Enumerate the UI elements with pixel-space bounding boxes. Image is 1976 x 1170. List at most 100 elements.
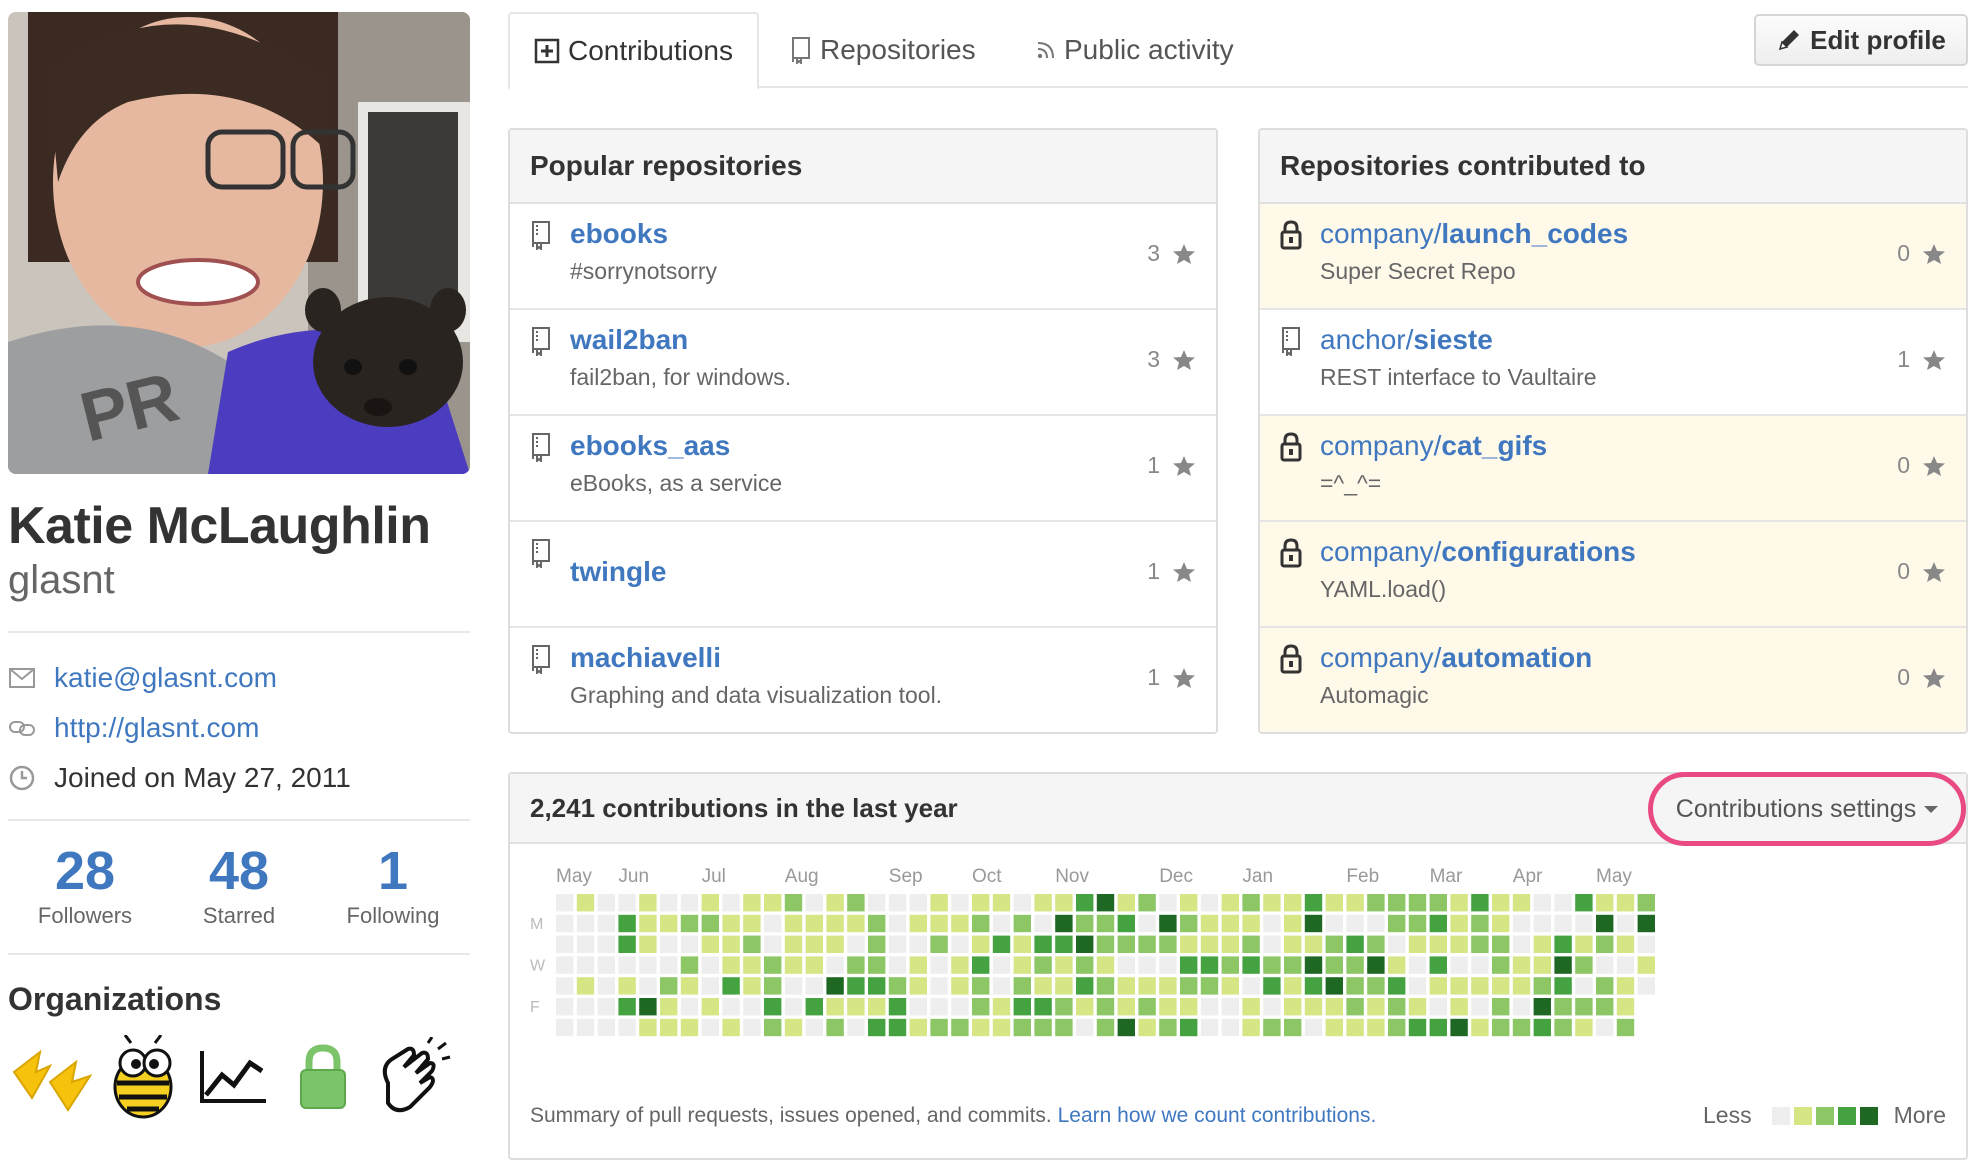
contribution-day[interactable] <box>1408 914 1427 933</box>
contribution-day[interactable] <box>888 1018 907 1037</box>
contribution-day[interactable] <box>1284 977 1302 995</box>
contribution-day[interactable] <box>1242 1018 1260 1037</box>
contribution-day[interactable] <box>1492 977 1510 995</box>
repo-link[interactable]: company/launch_codes <box>1320 218 1628 250</box>
repo-link[interactable]: company/automation <box>1320 642 1592 674</box>
contribution-day[interactable] <box>1471 935 1489 953</box>
contribution-day[interactable] <box>701 998 719 1016</box>
contribution-day[interactable] <box>1554 956 1572 974</box>
contribution-day[interactable] <box>1367 894 1385 912</box>
contribution-day[interactable] <box>1013 956 1031 974</box>
contribution-day[interactable] <box>1492 914 1510 933</box>
repo-stars[interactable]: 1 <box>1147 664 1196 691</box>
contribution-day[interactable] <box>1533 956 1551 974</box>
contribution-day[interactable] <box>951 998 969 1016</box>
contribution-day[interactable] <box>909 1018 927 1037</box>
contribution-day[interactable] <box>1138 894 1156 912</box>
contribution-day[interactable] <box>1242 914 1260 933</box>
contribution-day[interactable] <box>1055 1018 1073 1037</box>
contribution-day[interactable] <box>868 894 886 912</box>
contribution-day[interactable] <box>1596 956 1614 974</box>
starred-stat[interactable]: 48 Starred <box>162 843 316 929</box>
contribution-day[interactable] <box>847 956 865 974</box>
contribution-day[interactable] <box>1284 998 1302 1016</box>
contribution-day[interactable] <box>1242 935 1260 953</box>
contribution-day[interactable] <box>1367 956 1385 974</box>
contribution-day[interactable] <box>660 977 678 995</box>
contribution-day[interactable] <box>1200 935 1219 953</box>
contribution-day[interactable] <box>639 1018 657 1037</box>
contribution-day[interactable] <box>680 977 699 995</box>
contribution-day[interactable] <box>972 894 990 912</box>
contribution-day[interactable] <box>868 998 886 1016</box>
contribution-day[interactable] <box>1346 914 1364 933</box>
contribution-day[interactable] <box>1304 1018 1323 1037</box>
contribution-day[interactable] <box>1055 935 1073 953</box>
contribution-day[interactable] <box>930 956 948 974</box>
contribution-day[interactable] <box>888 894 907 912</box>
contribution-day[interactable] <box>1076 998 1094 1016</box>
contribution-day[interactable] <box>1471 914 1489 933</box>
contribution-day[interactable] <box>930 914 948 933</box>
repo-link[interactable]: twingle <box>570 556 666 588</box>
contribution-day[interactable] <box>660 998 678 1016</box>
contribution-day[interactable] <box>1055 894 1073 912</box>
contribution-day[interactable] <box>1284 894 1302 912</box>
contribution-day[interactable] <box>1408 956 1427 974</box>
contribution-day[interactable] <box>1388 914 1406 933</box>
contribution-day[interactable] <box>1055 956 1073 974</box>
contribution-day[interactable] <box>1616 998 1635 1016</box>
contribution-day[interactable] <box>556 956 574 974</box>
contribution-day[interactable] <box>847 894 865 912</box>
contribution-day[interactable] <box>888 998 907 1016</box>
contribution-day[interactable] <box>1325 935 1343 953</box>
contributions-settings-button[interactable]: Contributions settings <box>1648 772 1966 846</box>
repo-link[interactable]: machiavelli <box>570 642 721 674</box>
contribution-day[interactable] <box>1096 977 1115 995</box>
contribution-day[interactable] <box>1429 977 1447 995</box>
contribution-day[interactable] <box>1096 894 1115 912</box>
contribution-day[interactable] <box>1200 998 1219 1016</box>
contribution-day[interactable] <box>597 998 615 1016</box>
contribution-day[interactable] <box>951 977 969 995</box>
contribution-day[interactable] <box>576 956 595 974</box>
contribution-day[interactable] <box>1408 1018 1427 1037</box>
contribution-day[interactable] <box>1575 1018 1593 1037</box>
contribution-day[interactable] <box>1284 1018 1302 1037</box>
contribution-day[interactable] <box>1304 977 1323 995</box>
contribution-day[interactable] <box>1138 956 1156 974</box>
contribution-day[interactable] <box>1450 914 1468 933</box>
following-stat[interactable]: 1 Following <box>316 843 470 929</box>
contribution-day[interactable] <box>597 1018 615 1037</box>
contribution-day[interactable] <box>826 914 844 933</box>
contribution-day[interactable] <box>1304 914 1323 933</box>
contribution-day[interactable] <box>805 956 823 974</box>
contribution-day[interactable] <box>722 956 740 974</box>
contribution-day[interactable] <box>680 935 699 953</box>
contribution-day[interactable] <box>1117 998 1135 1016</box>
contribution-day[interactable] <box>1429 998 1447 1016</box>
contribution-day[interactable] <box>868 1018 886 1037</box>
repo-stars[interactable]: 1 <box>1147 452 1196 479</box>
repo-link[interactable]: wail2ban <box>570 324 688 356</box>
contribution-day[interactable] <box>1325 956 1343 974</box>
contribution-day[interactable] <box>951 935 969 953</box>
contribution-day[interactable] <box>1533 914 1551 933</box>
contribution-day[interactable] <box>764 998 782 1016</box>
contribution-day[interactable] <box>1013 914 1031 933</box>
contribution-day[interactable] <box>1055 914 1073 933</box>
contribution-day[interactable] <box>1367 1018 1385 1037</box>
contribution-day[interactable] <box>1346 935 1364 953</box>
contribution-day[interactable] <box>992 998 1011 1016</box>
contribution-day[interactable] <box>930 894 948 912</box>
contribution-day[interactable] <box>868 914 886 933</box>
contribution-day[interactable] <box>618 894 636 912</box>
contribution-day[interactable] <box>1117 977 1135 995</box>
contribution-day[interactable] <box>847 1018 865 1037</box>
contribution-day[interactable] <box>1492 998 1510 1016</box>
contribution-day[interactable] <box>868 956 886 974</box>
contribution-day[interactable] <box>1013 977 1031 995</box>
contribution-day[interactable] <box>972 935 990 953</box>
contribution-day[interactable] <box>1533 1018 1551 1037</box>
contribution-day[interactable] <box>1221 914 1239 933</box>
